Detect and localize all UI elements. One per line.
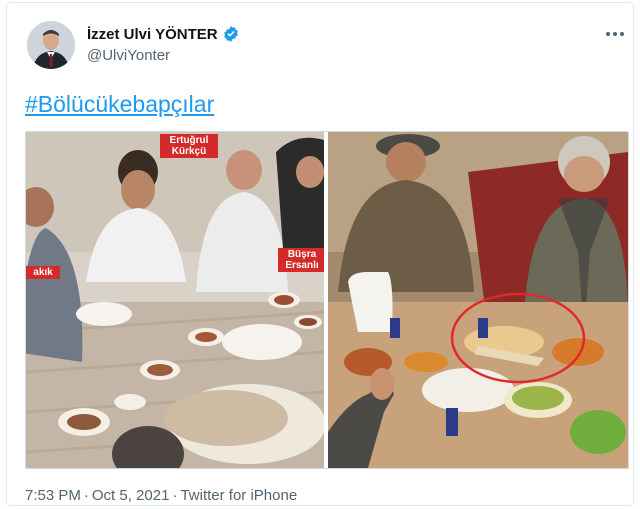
tweet-time[interactable]: 7:53 PM [25,487,81,504]
right-photo-illustration [328,132,628,468]
name-tag-right: Büşra Ersanlı [278,248,324,272]
left-photo[interactable]: Ertuğrul Kürkçü Büşra Ersanlı akık [26,132,324,468]
dot [606,32,610,36]
author-handle[interactable]: @UlviYonter [87,47,170,64]
more-options-icon[interactable] [603,25,627,43]
name-tag-top: Ertuğrul Kürkçü [160,134,218,158]
tweet-card: İzzet Ulvi YÖNTER @UlviYonter #Bölücükeb… [6,2,634,506]
verified-badge-icon [223,26,238,42]
tweet-hashtag-link[interactable]: #Bölücükebapçılar [25,91,214,118]
dot [620,32,624,36]
separator: · [83,487,89,504]
right-photo[interactable] [328,132,628,468]
name-tag-left: akık [26,266,60,279]
left-photo-illustration [26,132,324,468]
name-tag-top-text: Ertuğrul Kürkçü [169,135,209,157]
tweet-media[interactable]: Ertuğrul Kürkçü Büşra Ersanlı akık [25,131,629,469]
author-display-name[interactable]: İzzet Ulvi YÖNTER [87,26,218,43]
dot [613,32,617,36]
author-name-row[interactable]: İzzet Ulvi YÖNTER [87,23,240,45]
tweet-source[interactable]: Twitter for iPhone [180,487,297,504]
separator: · [172,487,178,504]
tweet-footer: 7:53 PM · Oct 5, 2021 · Twitter for iPhone [25,487,297,504]
avatar[interactable] [27,21,75,69]
avatar-photo [27,21,75,69]
name-tag-right-text: Büşra Ersanlı [285,249,319,271]
tweet-date[interactable]: Oct 5, 2021 [92,487,170,504]
name-tag-left-text: akık [33,267,53,278]
